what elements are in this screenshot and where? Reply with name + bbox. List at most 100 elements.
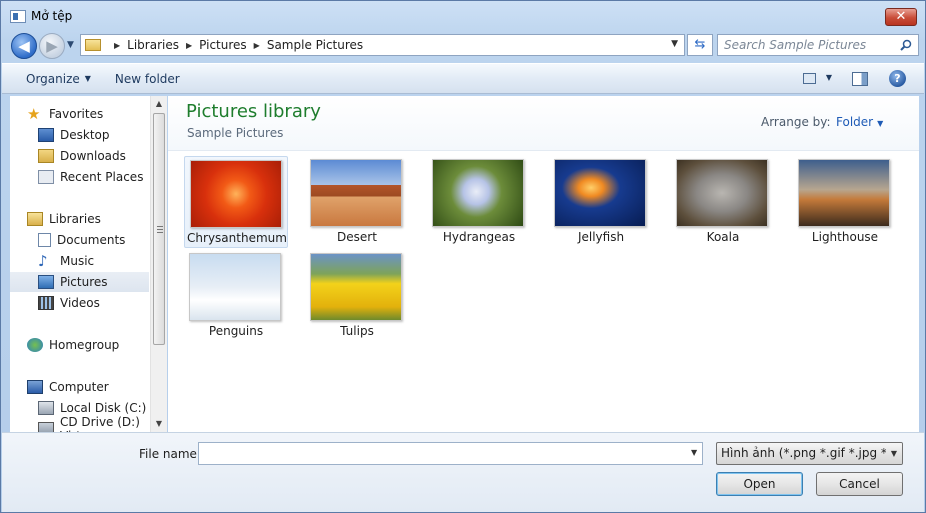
sidebar-item-homegroup[interactable]: Homegroup	[10, 335, 149, 355]
file-type-filter-value: Hình ảnh (*.png *.gif *.jpg *.jpe	[721, 446, 903, 460]
sidebar-item-pictures[interactable]: Pictures	[10, 272, 149, 292]
scroll-thumb[interactable]	[153, 113, 165, 345]
sidebar-item-favorites[interactable]: ★ Favorites	[10, 104, 149, 124]
help-icon[interactable]: ?	[889, 70, 906, 87]
file-name-label: Jellyfish	[577, 230, 625, 244]
file-item-chrysanthemum[interactable]: Chrysanthemum	[184, 156, 288, 248]
organize-menu[interactable]: Organize ▼	[26, 72, 91, 86]
sidebar-item-computer[interactable]: Computer	[10, 377, 149, 397]
title-bar: Mở tệp ✕	[1, 1, 925, 31]
search-icon[interactable]	[900, 39, 912, 51]
arrange-by-label: Arrange by:	[761, 115, 831, 129]
music-icon: ♪	[38, 252, 48, 270]
sidebar-item-desktop[interactable]: Desktop	[10, 125, 149, 145]
breadcrumb-libraries[interactable]: Libraries	[127, 38, 179, 52]
grip-icon	[157, 226, 163, 233]
refresh-button[interactable]: ⇆	[687, 34, 713, 56]
chevron-down-icon: ▼	[877, 119, 884, 128]
navigation-pane: ★ Favorites Desktop Downloads Recent Pla…	[10, 96, 167, 432]
computer-icon	[27, 380, 43, 394]
thumbnail-image	[798, 159, 890, 227]
file-name-label: Chrysanthemum	[187, 231, 287, 245]
address-dropdown-icon[interactable]: ▼	[671, 39, 678, 49]
scroll-up-icon[interactable]: ▲	[151, 96, 167, 112]
file-name-label: Lighthouse	[811, 230, 879, 244]
library-title: Pictures library	[186, 101, 321, 122]
file-selection-footer: File name: ▼ Hình ảnh (*.png *.gif *.jpg…	[2, 432, 924, 512]
new-folder-button[interactable]: New folder	[115, 72, 180, 86]
preview-pane-icon[interactable]	[852, 72, 868, 86]
chevron-down-icon: ▼	[84, 74, 91, 83]
sidebar-item-label: Libraries	[49, 212, 101, 226]
sidebar-item-documents[interactable]: Documents	[10, 230, 149, 250]
command-toolbar: Organize ▼ New folder ▼ ?	[2, 63, 924, 94]
breadcrumb-sample-pictures[interactable]: Sample Pictures	[267, 38, 363, 52]
sidebar-item-music[interactable]: ♪ Music	[10, 251, 149, 271]
sidebar-item-label: Music	[60, 254, 95, 268]
file-name-label: Penguins	[208, 324, 264, 338]
file-name-label: Tulips	[340, 324, 374, 338]
sidebar-item-label: Desktop	[60, 128, 110, 142]
library-subtitle: Sample Pictures	[187, 126, 284, 140]
thumbnail-image	[190, 160, 282, 228]
videos-icon	[38, 296, 54, 310]
arrange-by-dropdown[interactable]: Folder ▼	[836, 115, 883, 129]
sidebar-item-downloads[interactable]: Downloads	[10, 146, 149, 166]
file-name-label: File name:	[139, 447, 201, 461]
local-disk-icon	[38, 401, 54, 415]
sidebar-item-cd-drive[interactable]: CD Drive (D:) Virt	[10, 415, 149, 432]
sidebar-item-label: Recent Places	[60, 170, 144, 184]
thumbnail-image	[310, 159, 402, 227]
file-item-lighthouse[interactable]: Lighthouse	[793, 156, 897, 248]
thumbnail-image	[432, 159, 524, 227]
sidebar-item-recent-places[interactable]: Recent Places	[10, 167, 149, 187]
sidebar-item-label: Pictures	[60, 275, 108, 289]
file-item-tulips[interactable]: Tulips	[305, 250, 409, 342]
file-name-input[interactable]	[198, 442, 703, 465]
address-bar[interactable]: ▶ Libraries ▶ Pictures ▶ Sample Pictures…	[80, 34, 685, 56]
breadcrumb-pictures[interactable]: Pictures	[199, 38, 247, 52]
sidebar-item-label: Videos	[60, 296, 100, 310]
scroll-down-icon[interactable]: ▼	[151, 416, 167, 432]
cancel-button[interactable]: Cancel	[816, 472, 903, 496]
thumbnail-image	[676, 159, 768, 227]
close-button[interactable]: ✕	[885, 8, 917, 26]
sidebar-item-videos[interactable]: Videos	[10, 293, 149, 313]
sidebar-item-label: Homegroup	[49, 338, 120, 352]
thumbnail-image	[554, 159, 646, 227]
downloads-icon	[38, 149, 54, 163]
thumbnail-image	[189, 253, 281, 321]
recent-pages-dropdown[interactable]: ▼	[67, 40, 74, 50]
file-item-penguins[interactable]: Penguins	[184, 250, 288, 342]
folder-icon	[85, 39, 101, 51]
open-button[interactable]: Open	[716, 472, 803, 496]
organize-label: Organize	[26, 71, 80, 86]
file-item-hydrangeas[interactable]: Hydrangeas	[427, 156, 531, 248]
file-name-label: Koala	[706, 230, 740, 244]
file-name-label: Hydrangeas	[442, 230, 516, 244]
back-button[interactable]: ◀	[11, 33, 37, 59]
file-type-filter[interactable]: Hình ảnh (*.png *.gif *.jpg *.jpe ▼	[716, 442, 903, 465]
library-header: Pictures library Sample Pictures Arrange…	[168, 96, 919, 151]
file-item-desert[interactable]: Desert	[305, 156, 409, 248]
chevron-down-icon[interactable]: ▼	[886, 443, 902, 464]
forward-button[interactable]: ▶	[39, 33, 65, 59]
pictures-icon	[38, 275, 54, 289]
chevron-right-icon[interactable]: ▶	[114, 41, 120, 50]
file-item-jellyfish[interactable]: Jellyfish	[549, 156, 653, 248]
sidebar-item-libraries[interactable]: Libraries	[10, 209, 149, 229]
sidebar-item-label: Documents	[57, 233, 126, 247]
file-item-koala[interactable]: Koala	[671, 156, 775, 248]
change-view-icon[interactable]	[803, 73, 816, 84]
navigation-scrollbar[interactable]: ▲ ▼	[150, 96, 167, 432]
view-options-dropdown[interactable]: ▼	[826, 73, 832, 82]
libraries-icon	[27, 212, 43, 226]
arrange-by-value: Folder	[836, 115, 874, 129]
sidebar-item-label: Downloads	[60, 149, 126, 163]
window-title: Mở tệp	[31, 9, 73, 23]
chevron-right-icon[interactable]: ▶	[254, 41, 260, 50]
cd-drive-icon	[38, 422, 54, 432]
sidebar-item-label: Computer	[49, 380, 109, 394]
chevron-right-icon[interactable]: ▶	[186, 41, 192, 50]
search-input[interactable]: Search Sample Pictures	[717, 34, 919, 56]
